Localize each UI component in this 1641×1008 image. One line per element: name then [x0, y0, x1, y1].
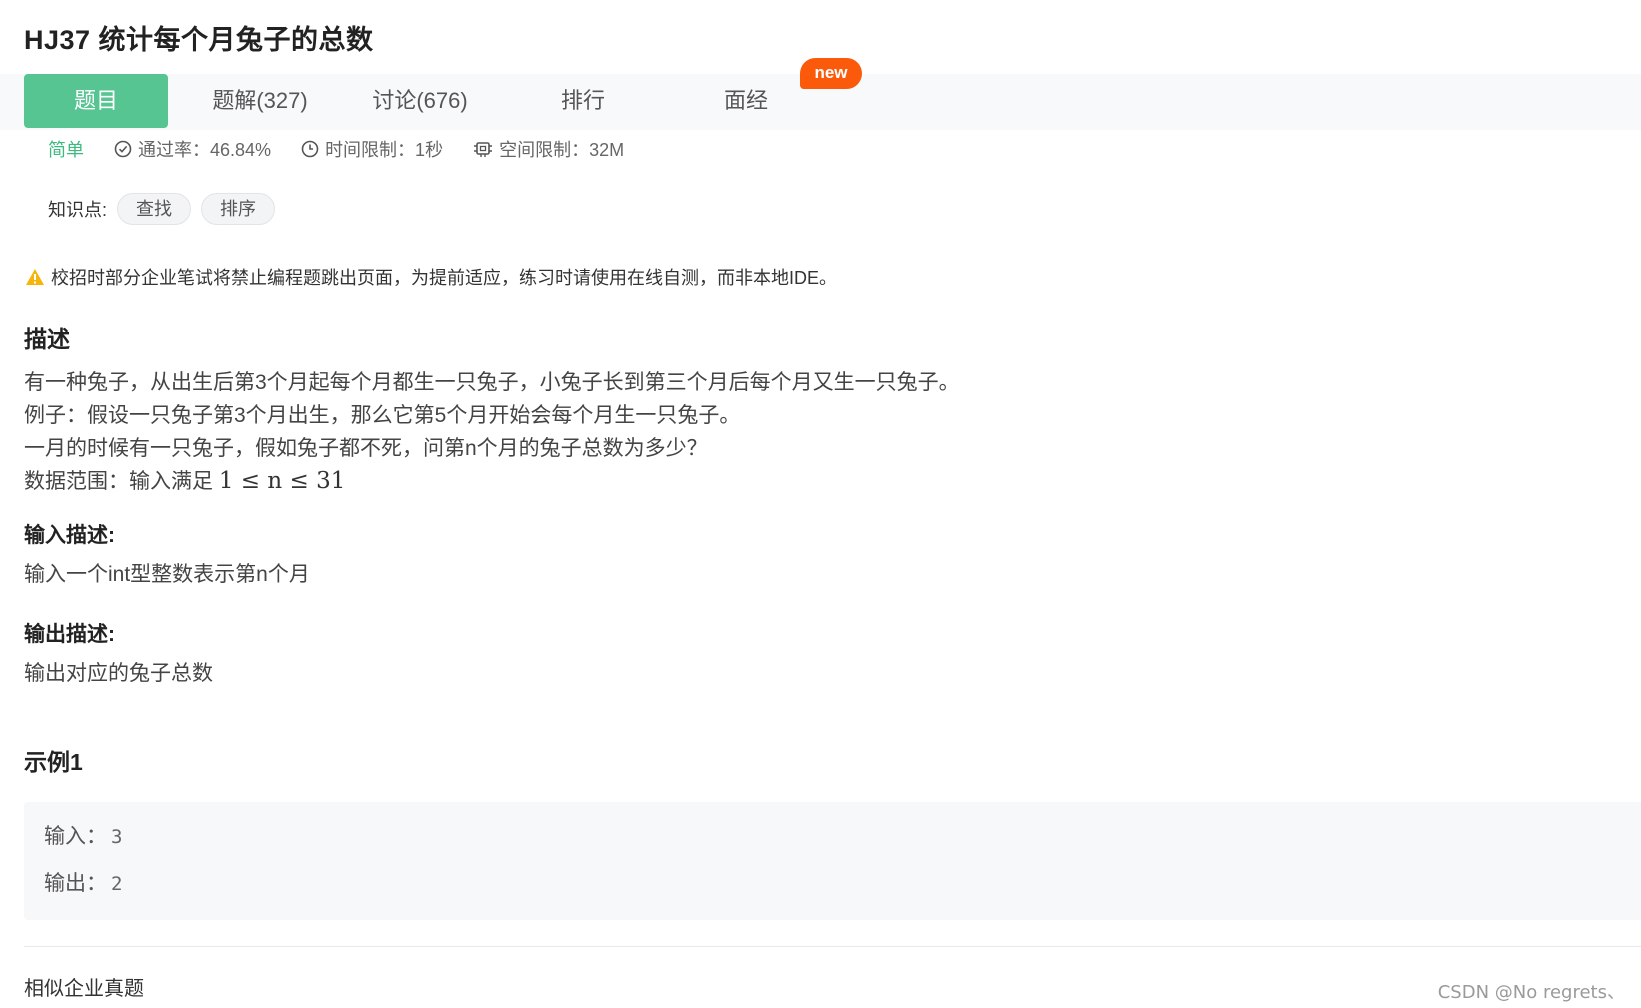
chip-icon [474, 142, 493, 157]
input-description-heading: 输入描述: [24, 524, 115, 547]
warning-icon [26, 269, 44, 285]
check-circle-icon [114, 140, 132, 158]
example-input-value: 3 [111, 826, 123, 848]
problem-meta: 简单 通过率：46.84% 时间限制：1秒 空间限制：32M [48, 136, 654, 162]
knowledge-label: 知识点: [48, 200, 108, 220]
similar-questions-link[interactable]: 相似企业真题 [24, 972, 144, 1001]
watermark: CSDN @No regrets、 [1437, 982, 1625, 1003]
tab-solutions[interactable]: 题解(327) [190, 74, 330, 128]
knowledge-points: 知识点: 查找 排序 [48, 193, 276, 225]
time-limit-text: 时间限制：1秒 [325, 140, 444, 160]
tab-interview[interactable]: 面经 [676, 74, 816, 128]
data-range-prefix: 数据范围：输入满足 [24, 470, 219, 493]
example-input: 输入： 3 [44, 820, 122, 850]
exam-warning: 校招时部分企业笔试将禁止编程题跳出页面，为提前适应，练习时请使用在线自测，而非本… [25, 264, 837, 290]
example-output-value: 2 [111, 873, 123, 895]
description-line: 例子：假设一只兔子第3个月出生，那么它第5个月开始会每个月生一只兔子。 [24, 404, 741, 427]
tab-discussion[interactable]: 讨论(676) [350, 74, 490, 128]
description-line: 一月的时候有一只兔子，假如兔子都不死，问第n个月的兔子总数为多少？ [24, 437, 708, 460]
page-title: HJ37 统计每个月兔子的总数 [24, 25, 374, 55]
difficulty-label: 简单 [48, 140, 84, 160]
tab-problem[interactable]: 题目 [24, 74, 168, 128]
output-description-heading: 输出描述: [24, 623, 115, 646]
example-box: 输入： 3 输出： 2 [24, 802, 1641, 920]
input-description-text: 输入一个int型整数表示第n个月 [24, 563, 310, 586]
warning-text: 校招时部分企业笔试将禁止编程题跳出页面，为提前适应，练习时请使用在线自测，而非本… [51, 268, 838, 288]
new-badge: new [800, 58, 862, 89]
example-input-label: 输入： [44, 825, 107, 848]
section-divider [24, 946, 1641, 947]
clock-icon [301, 140, 319, 158]
example-output-label: 输出： [44, 872, 107, 895]
description-line: 有一种兔子，从出生后第3个月起每个月都生一只兔子，小兔子长到第三个月后每个月又生… [24, 371, 960, 394]
tab-ranking[interactable]: 排行 [513, 74, 653, 128]
description-heading: 描述 [24, 326, 70, 352]
output-description-text: 输出对应的兔子总数 [24, 662, 213, 685]
pass-rate: 通过率：46.84% [114, 136, 271, 162]
memory-limit: 空间限制：32M [473, 136, 624, 162]
tag-sort[interactable]: 排序 [201, 193, 276, 225]
data-range-formula: 1 ≤ n ≤ 31 [218, 468, 346, 494]
memory-limit-text: 空间限制：32M [499, 140, 625, 160]
description-body: 有一种兔子，从出生后第3个月起每个月都生一只兔子，小兔子长到第三个月后每个月又生… [24, 366, 960, 498]
example-heading: 示例1 [24, 749, 83, 775]
problem-page: HJ37 统计每个月兔子的总数 题目 题解(327) 讨论(676) 排行 面经… [0, 0, 1641, 1008]
data-range: 数据范围：输入满足 1 ≤ n ≤ 31 [24, 465, 960, 498]
example-output: 输出： 2 [44, 867, 122, 897]
pass-rate-text: 通过率：46.84% [138, 140, 272, 160]
time-limit: 时间限制：1秒 [301, 136, 443, 162]
tag-search[interactable]: 查找 [117, 193, 192, 225]
